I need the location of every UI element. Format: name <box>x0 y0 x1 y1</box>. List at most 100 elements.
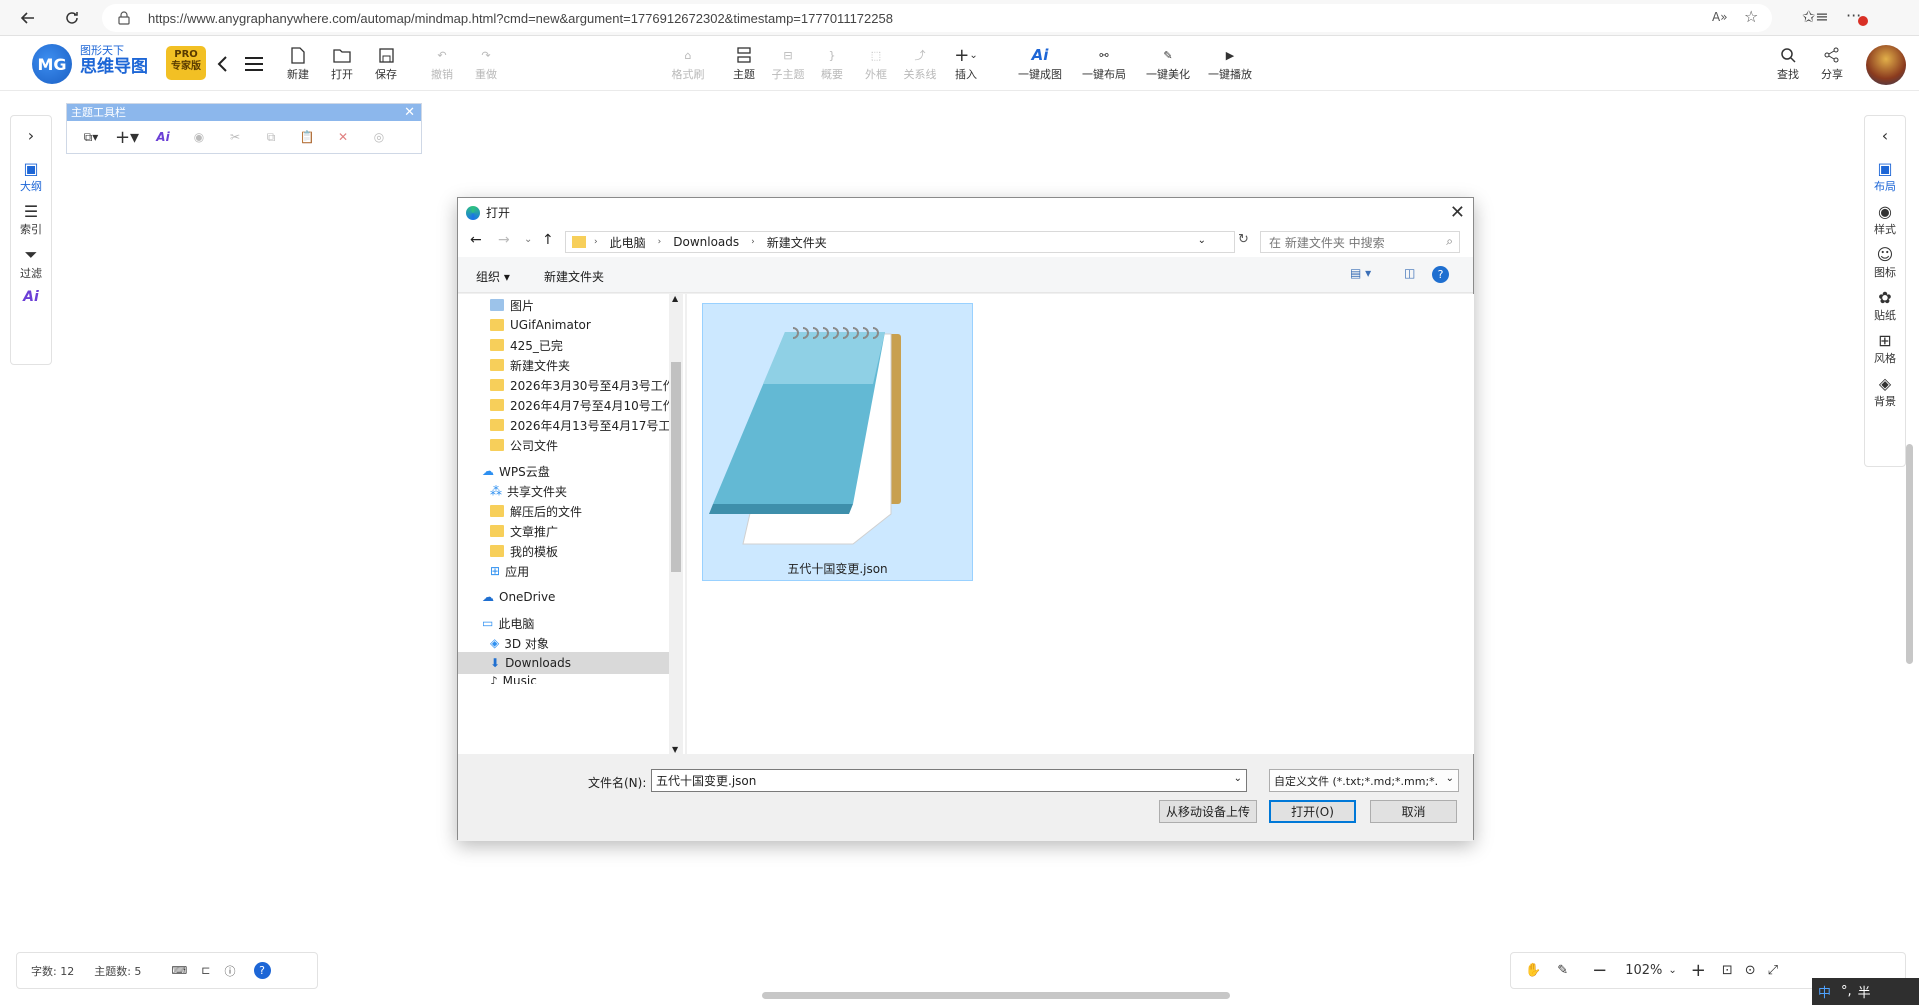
nav-item-selected[interactable]: ⬇ Downloads <box>458 652 669 674</box>
nav-item[interactable]: ☁ WPS云盘 <box>482 460 670 482</box>
nav-item[interactable]: ⁂ 共享文件夹 <box>490 480 670 502</box>
back-arrow-icon[interactable]: ← <box>470 232 482 248</box>
filter-tab[interactable]: ⏷ 过滤 <box>11 245 51 281</box>
scroll-thumb[interactable] <box>671 362 681 572</box>
fullscreen-icon[interactable]: ⤢ <box>1768 963 1778 978</box>
upload-from-device-button[interactable]: 从移动设备上传 <box>1159 800 1257 823</box>
eye-icon[interactable]: ◎ <box>361 123 397 151</box>
ai-tab[interactable]: Ai <box>11 289 51 305</box>
nav-item[interactable]: 2026年3月30号至4月3号工作 <box>490 374 670 396</box>
preview-pane-icon[interactable]: ◫ <box>1404 266 1415 280</box>
favorites-icon[interactable]: ✩≡ <box>1802 7 1829 26</box>
index-tab[interactable]: ☰ 索引 <box>11 202 51 237</box>
help-icon[interactable]: ? <box>1432 266 1449 283</box>
nav-item[interactable]: 我的模板 <box>490 540 670 562</box>
dialog-titlebar[interactable]: 打开 ✕ <box>458 198 1473 227</box>
close-icon[interactable]: ✕ <box>404 104 415 121</box>
filetype-select[interactable]: 自定义文件 (*.txt;*.md;*.mm;*. ⌄ <box>1269 769 1459 792</box>
delete-icon[interactable]: ✕ <box>325 123 361 151</box>
pen-icon[interactable]: ✎ <box>1557 963 1568 978</box>
hand-icon[interactable]: ✋ <box>1525 963 1541 978</box>
favorite-star-icon[interactable]: ☆ <box>1744 7 1758 26</box>
topic-toolbar-header[interactable]: 主题工具栏 ✕ <box>67 104 421 121</box>
boundary-button[interactable]: ⬚ 外框 <box>854 44 898 82</box>
theme-tab[interactable]: ⊞ 风格 <box>1865 331 1905 366</box>
nav-item[interactable]: ☁ OneDrive <box>482 586 670 608</box>
paste-icon[interactable]: 📋 <box>289 123 325 151</box>
summary-button[interactable]: } 概要 <box>810 44 854 82</box>
topic-button[interactable]: 主题 <box>722 44 766 82</box>
collapse-left-chevron-icon[interactable]: ‹ <box>1865 126 1905 145</box>
nav-item[interactable]: ⊞ 应用 <box>490 560 670 582</box>
avatar[interactable] <box>1866 45 1906 85</box>
nav-item[interactable]: 图片📌 <box>490 294 683 316</box>
dialog-search-input[interactable]: 在 新建文件夹 中搜索 ⌕ <box>1260 231 1460 253</box>
file-item-selected[interactable]: 五代十国变更.json <box>702 303 973 581</box>
format-brush-button[interactable]: ⌂ 格式刷 <box>666 44 710 82</box>
nav-item[interactable]: ▭ 此电脑 <box>482 612 670 634</box>
ai-play-button[interactable]: ▶ 一键播放 <box>1200 44 1260 82</box>
info-icon[interactable]: ⓘ <box>225 963 236 979</box>
palette-icon[interactable]: ◉ <box>181 123 217 151</box>
nav-item[interactable]: 2026年4月13号至4月17号工作 <box>490 414 670 436</box>
horizontal-scrollbar[interactable] <box>762 992 1230 999</box>
cancel-button[interactable]: 取消 <box>1370 800 1457 823</box>
subtopic-button[interactable]: ⊟ 子主题 <box>766 44 810 82</box>
keyboard-icon[interactable]: ⌨ <box>171 964 187 977</box>
refresh-icon[interactable]: ↻ <box>1238 232 1249 247</box>
dialog-address-bar[interactable]: › 此电脑 › Downloads › 新建文件夹 ⌄ <box>565 231 1235 253</box>
organize-button[interactable]: 组织 ▾ <box>476 268 510 285</box>
structure-icon[interactable]: ⊏ <box>201 964 210 977</box>
zoom-in-icon[interactable]: + <box>1691 960 1706 981</box>
new-folder-button[interactable]: 新建文件夹 <box>544 268 604 285</box>
recent-chevron-icon[interactable]: ⌄ <box>524 234 532 245</box>
address-chevron-icon[interactable]: ⌄ <box>1198 235 1206 246</box>
background-tab[interactable]: ◈ 背景 <box>1865 374 1905 409</box>
scroll-down-icon[interactable]: ▼ <box>672 745 678 754</box>
breadcrumb-1[interactable]: Downloads <box>673 235 739 249</box>
ai-map-button[interactable]: Ai 一键成图 <box>1010 44 1070 82</box>
nav-item[interactable]: 新建文件夹📌 <box>490 354 683 376</box>
ai-layout-button[interactable]: ⚯ 一键布局 <box>1074 44 1134 82</box>
scroll-up-icon[interactable]: ▲ <box>672 294 678 303</box>
collapse-chevron-icon[interactable] <box>208 50 236 78</box>
save-button[interactable]: 保存 <box>364 44 408 82</box>
view-icon[interactable]: ▤ ▾ <box>1350 266 1371 280</box>
outline-tab[interactable]: ▣ 大纲 <box>11 159 51 194</box>
open-button[interactable]: 打开(O) <box>1269 800 1356 823</box>
vertical-scrollbar[interactable] <box>1906 444 1913 664</box>
find-button[interactable]: 查找 <box>1766 44 1810 82</box>
copy-style-icon[interactable]: ⧉▾ <box>73 123 109 151</box>
breadcrumb-2[interactable]: 新建文件夹 <box>767 234 827 251</box>
open-button[interactable]: 打开 <box>320 44 364 82</box>
style-tab[interactable]: ◉ 样式 <box>1865 202 1905 237</box>
zoom-level[interactable]: 102% <box>1625 963 1662 978</box>
nav-item[interactable]: 文章推广 <box>490 520 670 542</box>
expand-chevron-icon[interactable]: › <box>11 126 51 145</box>
breadcrumb-0[interactable]: 此电脑 <box>610 234 646 251</box>
center-icon[interactable]: ⊙ <box>1745 963 1756 978</box>
nav-item[interactable]: 425_已完📌 <box>490 334 683 356</box>
up-arrow-icon[interactable]: ↑ <box>542 232 554 248</box>
fit-icon[interactable]: ⊡ <box>1722 963 1733 978</box>
add-icon[interactable]: +▾ <box>109 123 145 151</box>
dialog-close-icon[interactable]: ✕ <box>1450 202 1465 223</box>
forward-arrow-icon[interactable]: → <box>498 232 510 248</box>
zoom-out-icon[interactable]: − <box>1592 960 1607 981</box>
back-icon[interactable] <box>10 0 46 36</box>
cut-icon[interactable]: ✂ <box>217 123 253 151</box>
help-icon[interactable]: ? <box>253 962 271 979</box>
refresh-icon[interactable] <box>54 0 90 36</box>
nav-item[interactable]: UGifAnimator📌 <box>490 314 683 336</box>
ime-indicator[interactable]: 中 °, 半 <box>1812 978 1919 1005</box>
chevron-down-icon[interactable]: ⌄ <box>1668 965 1676 976</box>
nav-item[interactable]: 公司文件 <box>490 434 670 456</box>
icon-tab[interactable]: ☺ 图标 <box>1865 245 1905 280</box>
relation-button[interactable]: ⤴ 关系线 <box>898 44 942 82</box>
ai-assist-icon[interactable]: Ai <box>145 123 181 151</box>
nav-item[interactable]: 解压后的文件 <box>490 500 670 522</box>
nav-item[interactable]: 2026年4月7号至4月10号工作 <box>490 394 670 416</box>
menu-icon[interactable] <box>240 50 268 78</box>
nav-pane-scrollbar[interactable]: ▲ ▼ <box>669 294 683 754</box>
share-button[interactable]: 分享 <box>1810 44 1854 82</box>
